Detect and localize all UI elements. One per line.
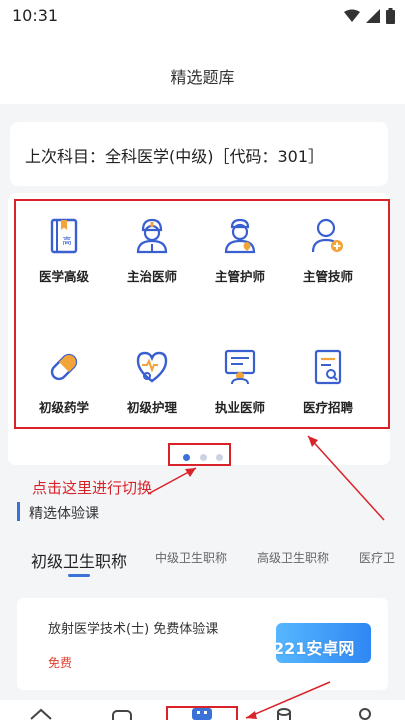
category-label: 初级护理: [126, 400, 177, 415]
category-label: 主治医师: [126, 269, 177, 284]
last-subject-card[interactable]: 上次科目：全科医学(中级)［代码：301］: [10, 122, 388, 186]
book-icon: 高: [50, 218, 78, 254]
last-subject-text: 上次科目：全科医学(中级)［代码：301］: [25, 147, 325, 166]
category-item-nursing[interactable]: 初级护理: [108, 349, 196, 429]
course-card[interactable]: 放射医学技术(士) 免费体验课 免费 221安卓网: [17, 598, 388, 690]
home-icon[interactable]: [30, 708, 52, 720]
doctor-icon: [136, 218, 168, 254]
technician-icon: [311, 218, 343, 253]
category-label: 主管技师: [302, 269, 353, 284]
tab-senior[interactable]: 高级卫生职称: [257, 549, 329, 566]
pager-dot-1[interactable]: [183, 454, 190, 461]
page-title: 精选题库: [170, 68, 235, 87]
category-item-recruitment[interactable]: 医疗招聘: [284, 349, 372, 429]
pager-dot-2[interactable]: [200, 454, 207, 461]
category-label: 医疗招聘: [302, 400, 353, 415]
tab-junior[interactable]: 初级卫生职称: [31, 548, 127, 572]
course-title: 放射医学技术(士) 免费体验课: [48, 622, 219, 637]
category-item-practitioner[interactable]: 执业医师: [196, 349, 284, 429]
wifi-icon: [344, 9, 360, 22]
medical-board-icon: [224, 349, 256, 385]
category-tabs: 初级卫生职称 中级卫生职称 高级卫生职称 医疗卫: [0, 540, 405, 580]
status-icons: [344, 8, 395, 24]
tab-intermediate[interactable]: 中级卫生职称: [155, 549, 227, 566]
category-item-medical-senior[interactable]: 高 医学高级: [20, 218, 108, 298]
category-label: 医学高级: [38, 269, 89, 284]
status-bar: 10:31: [0, 0, 405, 34]
nav-highlight: [166, 706, 238, 720]
category-item-pharmacy[interactable]: 初级药学: [20, 349, 108, 429]
active-tab-indicator: [68, 574, 90, 577]
category-item-attending[interactable]: 主治医师: [108, 218, 196, 298]
app-header: 精选题库: [0, 34, 405, 104]
cylinder-icon[interactable]: [276, 708, 292, 720]
signal-icon: [366, 9, 380, 23]
course-price: 免费: [48, 656, 73, 670]
pager-dot-3[interactable]: [216, 454, 223, 461]
arrow-to-pager: [147, 467, 197, 495]
category-label: 执业医师: [214, 400, 265, 415]
nurse-icon: [224, 218, 256, 254]
status-time: 10:31: [12, 6, 59, 25]
category-label: 主管护师: [214, 269, 265, 284]
capsule-icon: [50, 353, 78, 381]
tab-medical[interactable]: 医疗卫: [359, 549, 405, 566]
svg-text:高: 高: [62, 235, 71, 247]
category-item-nurse[interactable]: 主管护师: [196, 218, 284, 298]
section-title: 精选体验课: [29, 506, 99, 522]
category-label: 初级药学: [38, 400, 89, 415]
square-icon[interactable]: [112, 708, 132, 720]
document-search-icon: [314, 349, 342, 385]
section-accent-bar: [17, 502, 20, 521]
watermark: 221安卓网: [273, 639, 355, 658]
profile-icon[interactable]: [358, 708, 372, 720]
heart-stethoscope-icon: [136, 351, 168, 383]
annotation-text: 点击这里进行切换: [32, 479, 153, 497]
category-item-technician[interactable]: 主管技师: [284, 218, 372, 298]
arrow-head-pager: [185, 468, 196, 477]
battery-icon: [386, 8, 395, 24]
